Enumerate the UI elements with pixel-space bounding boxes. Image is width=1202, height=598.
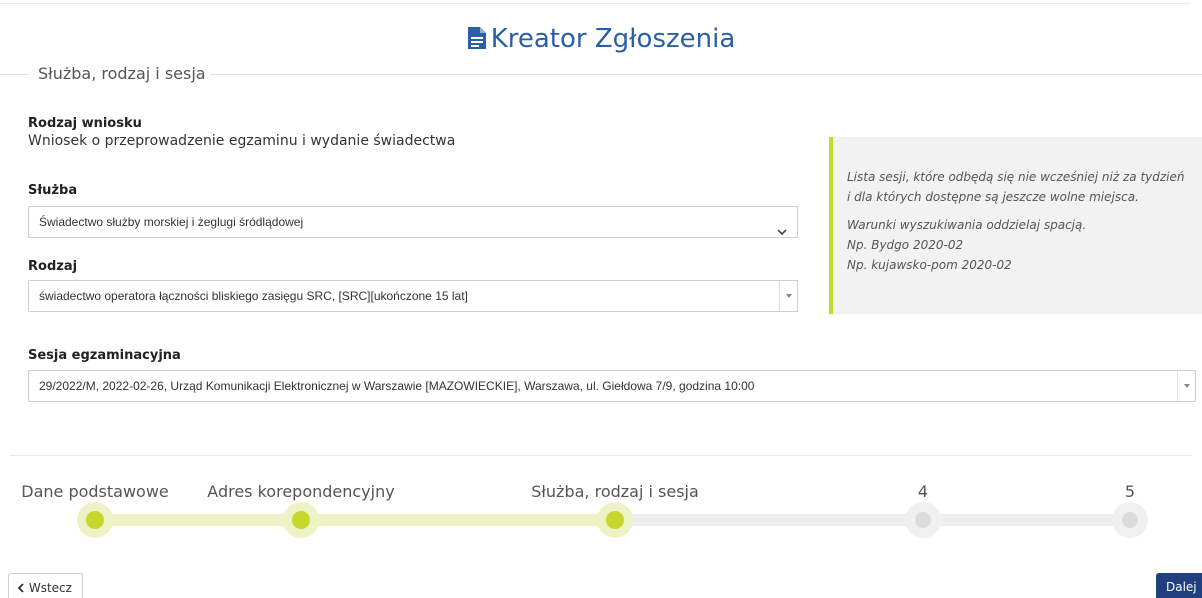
- step-dot-2[interactable]: [283, 502, 319, 538]
- step-dot-1[interactable]: [77, 502, 113, 538]
- step-dot-4: [905, 502, 941, 538]
- step-label-4: 4: [917, 482, 929, 501]
- back-button-label: Wstecz: [28, 581, 72, 595]
- info-example-2: Np. kujawsko-pom 2020-02: [847, 258, 1012, 272]
- next-button[interactable]: Dalej: [1156, 573, 1202, 598]
- fieldset-border-right: [210, 74, 1202, 75]
- step-label-5: 5: [1124, 482, 1136, 501]
- section-legend: Służba, rodzaj i sesja: [38, 64, 206, 83]
- step-dot-3: [597, 502, 633, 538]
- session-label: Sesja egzaminacyjna: [28, 348, 181, 363]
- page-title: Kreator Zgłoszenia: [0, 24, 1202, 57]
- step-label-3: Służba, rodzaj i sesja: [531, 482, 699, 501]
- info-text-sessions: Lista sesji, które odbędą się nie wcześn…: [847, 170, 1185, 204]
- kind-select[interactable]: świadectwo operatora łączności bliskiego…: [28, 280, 798, 312]
- step-label-1[interactable]: Dane podstawowe: [21, 482, 169, 501]
- kind-label: Rodzaj: [28, 259, 78, 274]
- progress-track-completed: [95, 514, 615, 526]
- service-select[interactable]: Świadectwo służby morskiej i żeglugi śró…: [28, 206, 798, 238]
- kind-select-value: świadectwo operatora łączności bliskiego…: [39, 289, 468, 303]
- service-select-value: Świadectwo służby morskiej i żeglugi śró…: [39, 215, 304, 229]
- session-select-value: 29/2022/M, 2022-02-26, Urząd Komunikacji…: [39, 379, 755, 393]
- request-type-label: Rodzaj wniosku: [28, 116, 142, 131]
- info-example-1: Np. Bydgo 2020-02: [847, 238, 964, 252]
- back-button[interactable]: Wstecz: [8, 573, 83, 598]
- info-text-search: Warunki wyszukiwania oddzielaj spacją.: [847, 218, 1087, 232]
- chevron-left-icon: [17, 581, 29, 595]
- next-button-label: Dalej: [1166, 580, 1197, 594]
- progress-track-remaining: [615, 514, 1135, 526]
- session-info-box: Lista sesji, które odbędą się nie wcześn…: [829, 137, 1202, 314]
- top-divider: [0, 3, 1190, 4]
- fieldset-border-left: [0, 74, 28, 75]
- page-title-text: Kreator Zgłoszenia: [490, 24, 736, 54]
- request-type-value: Wniosek o przeprowadzenie egzaminu i wyd…: [28, 133, 456, 149]
- dropdown-arrow-icon: [1177, 371, 1195, 401]
- session-select[interactable]: 29/2022/M, 2022-02-26, Urząd Komunikacji…: [28, 370, 1196, 402]
- service-label: Służba: [28, 183, 78, 198]
- step-label-2[interactable]: Adres korepondencyjny: [207, 482, 394, 501]
- step-dot-5: [1112, 502, 1148, 538]
- steps-divider: [10, 455, 1192, 456]
- dropdown-arrow-icon: [779, 281, 797, 311]
- document-icon: [467, 26, 487, 57]
- chevron-down-icon: [777, 217, 787, 237]
